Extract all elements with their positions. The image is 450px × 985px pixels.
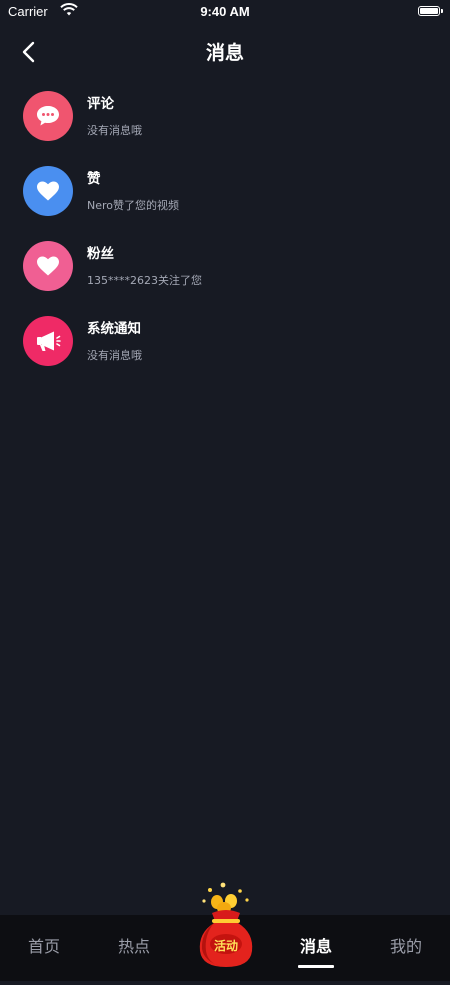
message-list: 评论 没有消息哦 赞 Nero赞了您的视频 粉丝 135****2623关注了您	[0, 82, 450, 382]
bag-label: 活动	[213, 939, 238, 953]
megaphone-icon	[37, 331, 61, 351]
heart-icon	[37, 256, 59, 276]
message-item-subtitle: 135****2623关注了您	[87, 274, 202, 287]
tab-label: 消息	[299, 937, 332, 956]
tab-home[interactable]: 首页	[4, 933, 84, 957]
message-item-subtitle: Nero赞了您的视频	[87, 199, 180, 212]
tab-messages[interactable]: 消息	[276, 933, 356, 968]
lucky-bag-icon	[199, 882, 253, 967]
system-notice-avatar	[23, 316, 73, 366]
tab-mine[interactable]: 我的	[366, 933, 446, 957]
battery-icon	[418, 6, 443, 16]
message-item-title: 粉丝	[87, 246, 114, 262]
status-time: 9:40 AM	[200, 4, 250, 19]
tab-label: 首页	[27, 937, 60, 956]
nav-bar: 消息	[0, 30, 450, 74]
likes-avatar	[23, 166, 73, 216]
message-item-system-notice[interactable]: 系统通知 没有消息哦	[0, 307, 450, 382]
message-item-title: 评论	[87, 96, 114, 112]
tab-label: 热点	[117, 937, 150, 956]
message-item-title: 赞	[87, 171, 101, 187]
message-item-subtitle: 没有消息哦	[87, 124, 142, 137]
message-item-comments[interactable]: 评论 没有消息哦	[0, 82, 450, 157]
heart-icon	[37, 181, 59, 201]
tab-bar: 首页 热点 活动 消息 我的	[0, 882, 450, 981]
message-item-fans[interactable]: 粉丝 135****2623关注了您	[0, 232, 450, 307]
message-item-likes[interactable]: 赞 Nero赞了您的视频	[0, 157, 450, 232]
active-tab-indicator	[298, 965, 334, 968]
tab-activity-lucky-bag[interactable]: 活动	[190, 881, 262, 981]
comment-avatar	[23, 91, 73, 141]
fans-avatar	[23, 241, 73, 291]
chevron-left-icon	[22, 41, 35, 63]
message-item-title: 系统通知	[87, 321, 141, 337]
message-item-subtitle: 没有消息哦	[87, 349, 142, 362]
page-title: 消息	[205, 42, 244, 64]
status-bar: Carrier 9:40 AM	[0, 0, 450, 26]
back-button[interactable]	[14, 36, 46, 68]
comment-bubble-icon	[37, 106, 59, 126]
tab-label: 我的	[389, 937, 422, 956]
tab-hot[interactable]: 热点	[94, 933, 174, 957]
